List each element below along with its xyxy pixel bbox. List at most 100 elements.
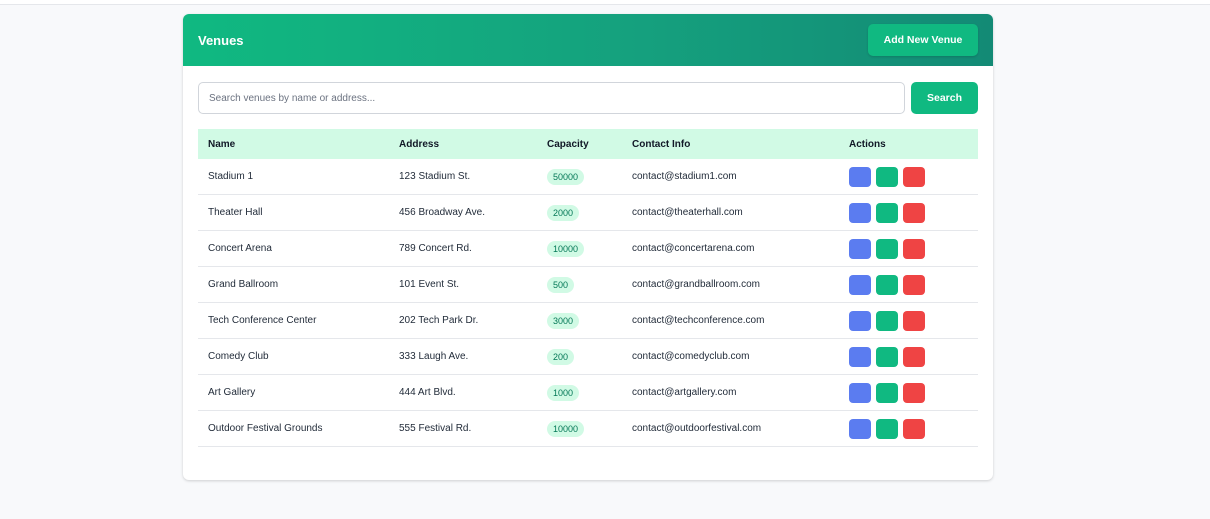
edit-button[interactable]	[876, 202, 898, 223]
capacity-badge: 200	[547, 348, 575, 365]
venue-capacity-cell: 200	[537, 338, 622, 375]
venue-contact-cell: contact@outdoorfestival.com	[622, 410, 839, 447]
search-input[interactable]	[198, 82, 905, 114]
venue-actions-cell	[839, 159, 978, 195]
row-actions	[849, 310, 968, 331]
row-actions	[849, 382, 968, 403]
delete-button[interactable]	[903, 274, 925, 295]
column-header-actions: Actions	[849, 138, 886, 150]
table-row: Tech Conference Center 202 Tech Park Dr. 3…	[198, 302, 978, 339]
venue-capacity-cell: 10000	[537, 410, 622, 447]
venue-address-cell: 101 Event St.	[389, 266, 537, 303]
venue-contact-cell: contact@theaterhall.com	[622, 194, 839, 231]
table-row: Comedy Club 333 Laugh Ave. 200 contact@come…	[198, 338, 978, 375]
venue-capacity-cell: 500	[537, 266, 622, 303]
view-button[interactable]	[849, 382, 871, 403]
venue-capacity-cell: 3000	[537, 302, 622, 339]
edit-button[interactable]	[876, 418, 898, 439]
venue-address-cell: 555 Festival Rd.	[389, 410, 537, 447]
venue-address-cell: 456 Broadway Ave.	[389, 194, 537, 231]
view-button[interactable]	[849, 166, 871, 187]
edit-button[interactable]	[876, 274, 898, 295]
table-header: Name Address Capacity Contact Info Actio…	[198, 129, 978, 159]
venue-address-cell: 333 Laugh Ave.	[389, 338, 537, 375]
capacity-badge: 10000	[547, 240, 585, 257]
venue-name-cell: Outdoor Festival Grounds	[198, 410, 389, 447]
add-venue-button[interactable]: Add New Venue	[868, 24, 978, 56]
capacity-badge: 3000	[547, 312, 580, 329]
venue-actions-cell	[839, 410, 978, 447]
column-header-capacity: Capacity	[547, 138, 589, 150]
table-row: Concert Arena 789 Concert Rd. 10000 contact…	[198, 230, 978, 267]
venue-name-cell: Theater Hall	[198, 194, 389, 231]
venue-contact-cell: contact@concertarena.com	[622, 230, 839, 267]
view-button[interactable]	[849, 238, 871, 259]
capacity-badge: 500	[547, 276, 575, 293]
row-actions	[849, 346, 968, 367]
delete-button[interactable]	[903, 310, 925, 331]
delete-button[interactable]	[903, 166, 925, 187]
view-button[interactable]	[849, 202, 871, 223]
venue-actions-cell	[839, 374, 978, 411]
capacity-badge: 10000	[547, 420, 585, 437]
search-button[interactable]: Search	[911, 82, 978, 114]
venue-actions-cell	[839, 302, 978, 339]
column-header-name: Name	[208, 138, 236, 150]
venue-name-cell: Comedy Club	[198, 338, 389, 375]
venue-contact-cell: contact@artgallery.com	[622, 374, 839, 411]
top-bar	[0, 0, 1210, 5]
table-row: Art Gallery 444 Art Blvd. 1000 contact@artg…	[198, 374, 978, 411]
venues-card: Venues Add New Venue Search Name Address…	[183, 14, 993, 480]
delete-button[interactable]	[903, 238, 925, 259]
delete-button[interactable]	[903, 346, 925, 367]
venue-name-cell: Concert Arena	[198, 230, 389, 267]
row-actions	[849, 238, 968, 259]
table-row: Stadium 1 123 Stadium St. 50000 contact@sta…	[198, 159, 978, 195]
edit-button[interactable]	[876, 310, 898, 331]
row-actions	[849, 166, 968, 187]
column-header-address: Address	[399, 138, 440, 150]
page-title: Venues	[198, 32, 244, 48]
card-header: Venues Add New Venue	[183, 14, 993, 66]
venue-actions-cell	[839, 194, 978, 231]
venue-address-cell: 202 Tech Park Dr.	[389, 302, 537, 339]
venue-capacity-cell: 1000	[537, 374, 622, 411]
capacity-badge: 1000	[547, 384, 580, 401]
venue-capacity-cell: 2000	[537, 194, 622, 231]
venue-capacity-cell: 50000	[537, 159, 622, 195]
view-button[interactable]	[849, 418, 871, 439]
venue-contact-cell: contact@stadium1.com	[622, 159, 839, 195]
view-button[interactable]	[849, 274, 871, 295]
edit-button[interactable]	[876, 382, 898, 403]
view-button[interactable]	[849, 346, 871, 367]
table-header-row: Name Address Capacity Contact Info Actio…	[198, 129, 978, 159]
venue-actions-cell	[839, 338, 978, 375]
capacity-badge: 2000	[547, 204, 580, 221]
delete-button[interactable]	[903, 418, 925, 439]
delete-button[interactable]	[903, 382, 925, 403]
view-button[interactable]	[849, 310, 871, 331]
row-actions	[849, 418, 968, 439]
venue-capacity-cell: 10000	[537, 230, 622, 267]
venue-address-cell: 444 Art Blvd.	[389, 374, 537, 411]
edit-button[interactable]	[876, 346, 898, 367]
venue-actions-cell	[839, 266, 978, 303]
venue-contact-cell: contact@grandballroom.com	[622, 266, 839, 303]
venue-name-cell: Grand Ballroom	[198, 266, 389, 303]
venue-name-cell: Tech Conference Center	[198, 302, 389, 339]
edit-button[interactable]	[876, 238, 898, 259]
table-row: Theater Hall 456 Broadway Ave. 2000 contact…	[198, 194, 978, 231]
capacity-badge: 50000	[547, 168, 585, 185]
venue-contact-cell: contact@techconference.com	[622, 302, 839, 339]
venue-address-cell: 789 Concert Rd.	[389, 230, 537, 267]
venue-actions-cell	[839, 230, 978, 267]
table-row: Outdoor Festival Grounds 555 Festival Rd.…	[198, 410, 978, 447]
table-body: Stadium 1 123 Stadium St. 50000 contact@sta…	[198, 159, 978, 447]
row-actions	[849, 274, 968, 295]
venues-table: Name Address Capacity Contact Info Actio…	[198, 129, 978, 447]
column-header-contact: Contact Info	[632, 138, 691, 150]
venue-name-cell: Stadium 1	[198, 159, 389, 195]
edit-button[interactable]	[876, 166, 898, 187]
delete-button[interactable]	[903, 202, 925, 223]
table-row: Grand Ballroom 101 Event St. 500 contact@gr…	[198, 266, 978, 303]
